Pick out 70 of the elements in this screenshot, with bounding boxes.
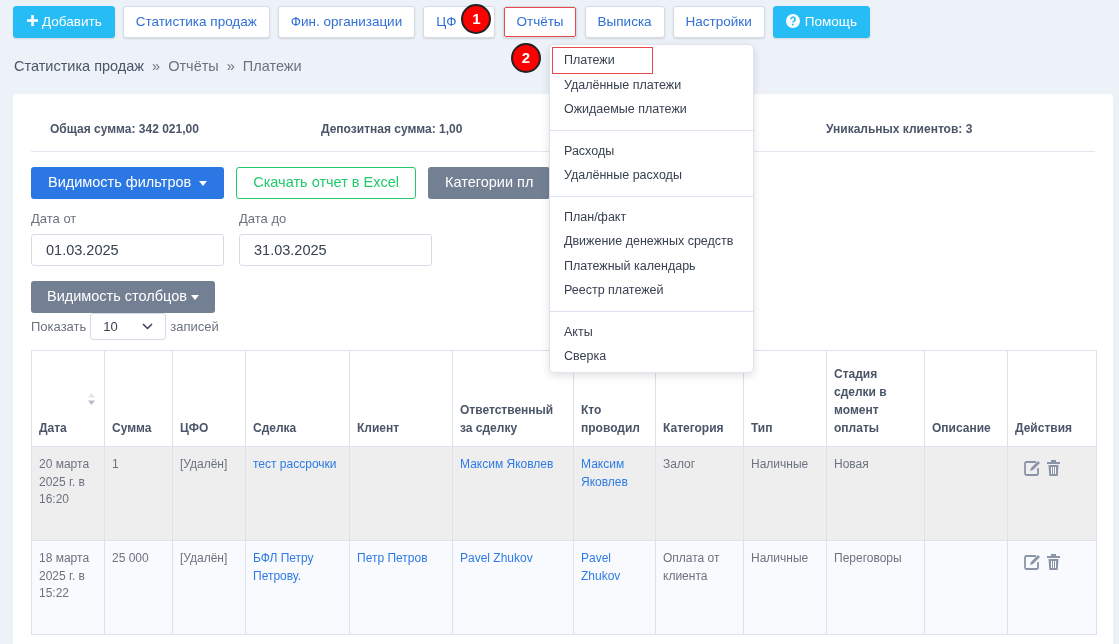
column-header[interactable]: Категория	[663, 419, 736, 438]
table-cell-text: 1	[112, 456, 120, 474]
table-cell-text: Залог	[663, 456, 697, 474]
table-link[interactable]: Максим Яковлев	[460, 456, 566, 474]
table-cell-text: 18 марта 2025 г. в 15:22	[39, 550, 91, 603]
menu-item[interactable]: Сверка	[550, 344, 753, 369]
step-marker: 2	[511, 43, 541, 73]
menu-item[interactable]: Платежи	[553, 48, 652, 73]
date-to-label: Дата до	[239, 209, 288, 228]
menu-item[interactable]: Ожидаемые платежи	[550, 97, 753, 122]
breadcrumb-link[interactable]: Статистика продаж	[14, 56, 145, 78]
menu-item[interactable]: Удалённые расходы	[550, 163, 753, 188]
column-header[interactable]: Описание	[932, 419, 1000, 438]
column-header[interactable]: ЦФО	[180, 419, 238, 438]
menu-item[interactable]: Движение денежных средств	[550, 229, 753, 254]
column-header[interactable]: Дата	[39, 419, 97, 438]
column-header[interactable]: Сделка	[253, 419, 342, 438]
date-from-field[interactable]: 01.03.2025	[31, 234, 224, 267]
filter-button[interactable]: Видимость фильтров	[31, 166, 225, 199]
summary-stat: Уникальных клиентов: 3	[826, 121, 973, 136]
table-cell-text: [Удалён]	[180, 456, 229, 474]
table-link[interactable]: Pavel Zhukov	[460, 550, 566, 568]
nav-button[interactable]: Настройки	[672, 6, 765, 38]
page-length-select[interactable]: 10	[90, 313, 167, 341]
table-cell-text: Переговоры	[834, 550, 903, 568]
table-cell-text: 25 000	[112, 550, 150, 568]
menu-item[interactable]: Удалённые платежи	[550, 72, 753, 97]
trash-icon[interactable]	[1047, 554, 1060, 571]
sort-icon[interactable]	[88, 393, 95, 406]
table-cell-text: Наличные	[751, 550, 810, 568]
help-icon	[785, 13, 800, 28]
table-cell-text: 20 марта 2025 г. в 16:20	[39, 456, 91, 509]
records-label: записей	[170, 318, 219, 336]
table-link[interactable]: тест рассрочки	[253, 456, 342, 474]
breadcrumb-separator: »	[152, 57, 161, 76]
caret-icon	[191, 295, 199, 301]
menu-item[interactable]: План/факт	[550, 204, 753, 229]
plus-icon	[26, 13, 39, 27]
nav-button[interactable]: Выписка	[584, 6, 665, 38]
table-cell-text: [Удалён]	[180, 550, 229, 568]
column-header[interactable]: Тип	[751, 419, 819, 438]
trash-icon[interactable]	[1047, 460, 1060, 477]
menu-item[interactable]: Платежный календарь	[550, 253, 753, 278]
table-link[interactable]: Петр Петров	[357, 550, 445, 568]
chevron-icon	[142, 323, 154, 331]
breadcrumb-separator: »	[226, 57, 235, 76]
column-header[interactable]: Сумма	[112, 419, 165, 438]
menu-item[interactable]: Акты	[550, 319, 753, 344]
edit-icon[interactable]	[1024, 460, 1041, 477]
summary-stat: Депозитная сумма: 1,00	[321, 121, 463, 136]
date-from-label: Дата от	[31, 209, 78, 228]
nav-button[interactable]: Отчёты	[503, 6, 577, 38]
breadcrumb-item: Отчёты	[168, 57, 219, 76]
date-to-field[interactable]: 31.03.2025	[239, 234, 432, 267]
summary-stat: Общая сумма: 342 021,00	[50, 121, 199, 136]
menu-item[interactable]: Реестр платежей	[550, 278, 753, 303]
table-cell-text: Оплата от клиента	[663, 550, 721, 585]
filter-button[interactable]: Категории пл	[428, 166, 551, 199]
breadcrumb-item: Платежи	[242, 57, 302, 76]
table-cell-text: Наличные	[751, 456, 810, 474]
edit-icon[interactable]	[1024, 554, 1041, 571]
show-label: Показать	[31, 318, 87, 336]
caret-icon	[199, 180, 208, 186]
column-header[interactable]: Клиент	[357, 419, 445, 438]
column-header[interactable]: Действия	[1015, 419, 1089, 438]
nav-button[interactable]: Статистика продаж	[122, 6, 270, 38]
table-cell-text: Новая	[834, 456, 870, 474]
nav-button[interactable]: Фин. организации	[277, 6, 416, 38]
columns-visibility-button[interactable]: Видимость столбцов	[31, 281, 215, 314]
menu-item[interactable]: Расходы	[550, 138, 753, 163]
